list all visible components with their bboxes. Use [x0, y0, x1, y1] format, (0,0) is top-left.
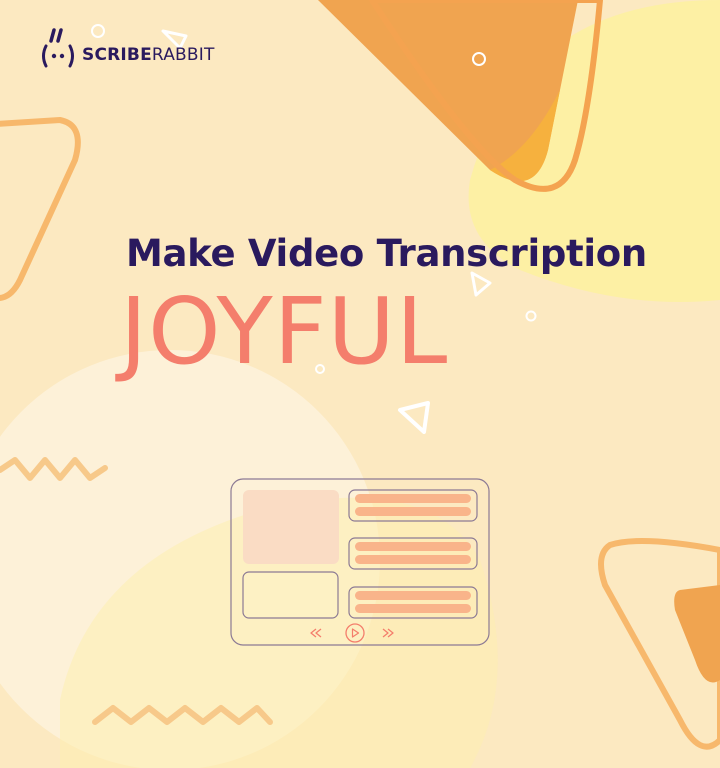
transcript-block-1	[348, 489, 478, 522]
play-icon[interactable]	[345, 623, 365, 643]
outline-triangle-left	[0, 117, 81, 301]
transcript-block-3	[348, 586, 478, 619]
solid-triangle-right	[674, 585, 720, 683]
headline: Make Video Transcription	[126, 232, 647, 275]
brand-name-part2: RABBIT	[151, 45, 215, 65]
transcription-player-illustration	[230, 478, 490, 646]
preview-box	[242, 571, 339, 619]
small-circle-3	[525, 310, 537, 322]
small-triangle-white	[398, 401, 430, 434]
rabbit-logo-icon	[42, 28, 74, 68]
rewind-icon[interactable]	[310, 628, 322, 638]
accent-word: JOYFUL	[120, 278, 449, 385]
brand-name-part1: SCRIBE	[82, 45, 152, 65]
fast-forward-icon[interactable]	[382, 628, 394, 638]
promo-banner: SCRIBERABBIT Make Video Transcription JO…	[0, 0, 720, 768]
brand-logo[interactable]: SCRIBERABBIT	[40, 28, 215, 70]
brand-name: SCRIBERABBIT	[82, 45, 215, 65]
small-triangle-white-2	[470, 271, 492, 297]
transcript-block-2	[348, 537, 478, 570]
video-thumbnail	[243, 490, 339, 564]
